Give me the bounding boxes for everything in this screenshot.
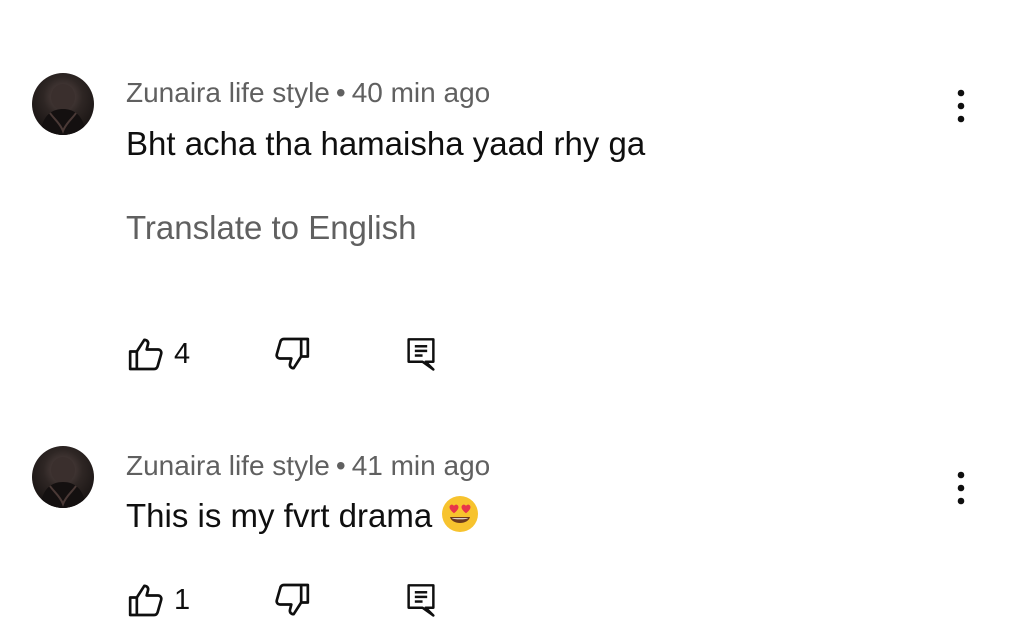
thumbs-down-icon bbox=[275, 337, 310, 370]
dislike-button[interactable] bbox=[272, 332, 312, 376]
comment-time: 40 min ago bbox=[351, 77, 491, 108]
comment-text-content: This is my fvrt drama bbox=[126, 497, 433, 534]
reply-button[interactable] bbox=[404, 578, 438, 622]
comment-meta: Zunaira life style • 40 min ago bbox=[126, 76, 490, 110]
author-name[interactable]: Zunaira life style bbox=[126, 450, 330, 481]
reply-comment-icon bbox=[407, 584, 435, 617]
more-options-button[interactable] bbox=[940, 464, 982, 512]
thumbs-up-icon bbox=[128, 584, 163, 617]
more-vertical-icon bbox=[957, 471, 965, 505]
avatar[interactable] bbox=[32, 73, 94, 135]
like-button[interactable]: 4 bbox=[126, 332, 190, 376]
thumbs-down-icon bbox=[275, 583, 310, 616]
avatar-image bbox=[40, 84, 86, 135]
like-count: 4 bbox=[174, 338, 191, 370]
comment-text: This is my fvrt drama bbox=[126, 496, 480, 538]
reply-button[interactable] bbox=[404, 332, 438, 376]
thumbs-up-icon bbox=[128, 338, 163, 371]
comment-actions: 4 bbox=[126, 332, 486, 376]
comment-meta: Zunaira life style • 41 min ago bbox=[126, 449, 490, 483]
like-button[interactable]: 1 bbox=[126, 578, 190, 622]
meta-separator: • bbox=[335, 77, 346, 108]
avatar[interactable] bbox=[32, 446, 94, 508]
comment-actions: 1 bbox=[126, 578, 486, 622]
avatar-image bbox=[40, 457, 86, 508]
translate-link[interactable]: Translate to English bbox=[126, 208, 416, 248]
reply-comment-icon bbox=[407, 338, 435, 371]
heart-eyes-emoji bbox=[442, 496, 479, 533]
meta-separator: • bbox=[335, 450, 346, 481]
comment-time: 41 min ago bbox=[351, 450, 491, 481]
comment-item: Zunaira life style • 40 min ago Bht acha t… bbox=[0, 0, 1024, 410]
like-count: 1 bbox=[174, 584, 191, 616]
comment-item: Zunaira life style • 41 min ago This is my… bbox=[0, 410, 1024, 642]
dislike-button[interactable] bbox=[272, 578, 312, 622]
author-name[interactable]: Zunaira life style bbox=[126, 77, 330, 108]
more-vertical-icon bbox=[957, 89, 965, 123]
comment-text: Bht acha tha hamaisha yaad rhy ga bbox=[126, 125, 646, 162]
more-options-button[interactable] bbox=[940, 82, 982, 130]
